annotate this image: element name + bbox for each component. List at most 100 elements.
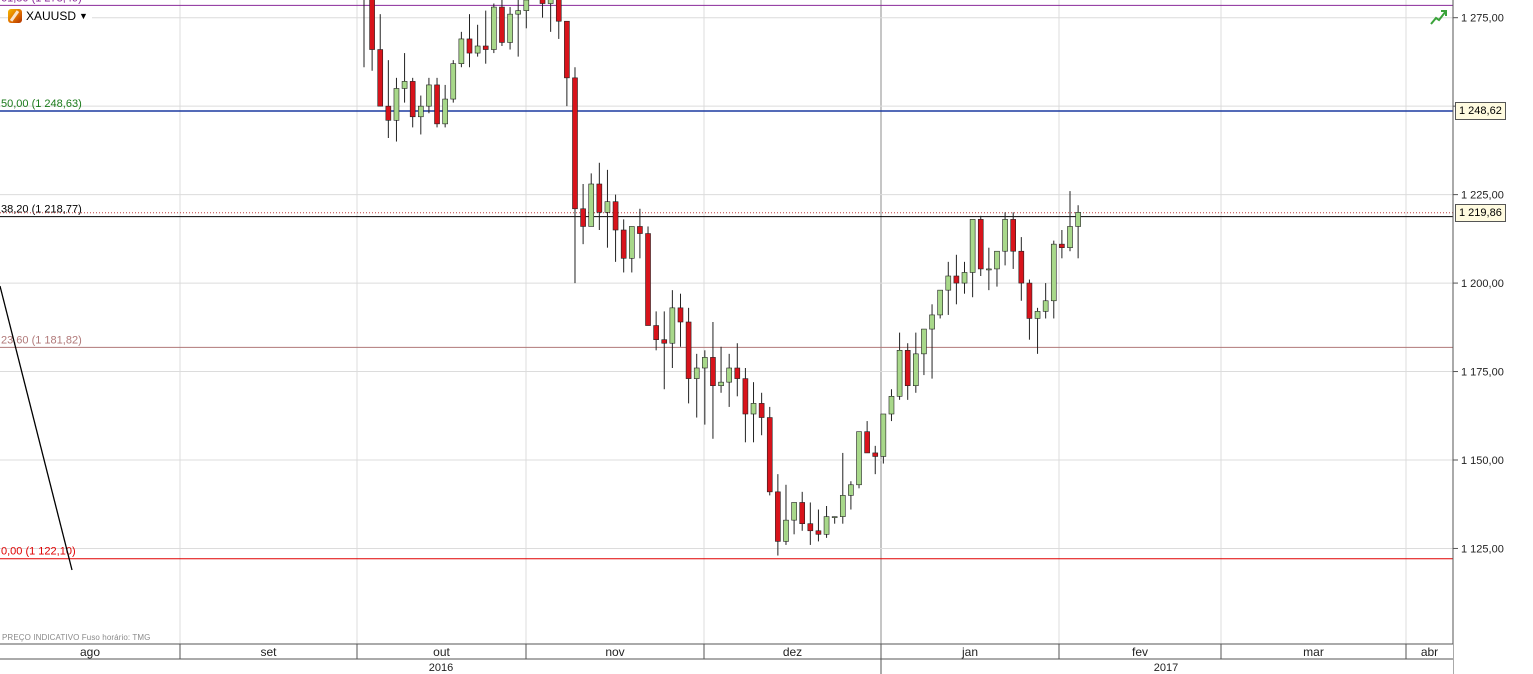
- trend-up-icon[interactable]: [1430, 8, 1448, 26]
- candle-66: [896, 332, 903, 400]
- candle-12: [458, 31, 465, 68]
- candle-body: [807, 523, 814, 532]
- candle-body: [555, 0, 562, 22]
- month-label-set: set: [260, 645, 277, 659]
- candle-body: [637, 226, 643, 234]
- candle-64: [880, 413, 887, 464]
- candle-body: [458, 38, 465, 64]
- candle-body: [669, 307, 676, 344]
- candle-59: [839, 452, 846, 524]
- candle-71: [937, 289, 943, 319]
- candle-11: [450, 60, 457, 103]
- candle-55: [807, 502, 814, 545]
- candle-33: [628, 226, 635, 273]
- candle-72: [945, 261, 952, 315]
- candle-body: [839, 495, 846, 517]
- candle-body: [612, 201, 619, 231]
- candle-body: [507, 13, 513, 43]
- symbol-selector[interactable]: XAUUSD ▼: [8, 8, 92, 24]
- candle-41: [693, 353, 700, 418]
- candle-74: [961, 261, 968, 294]
- month-label-nov: nov: [605, 645, 624, 659]
- candle-82: [1026, 279, 1033, 340]
- candle-body: [661, 339, 668, 344]
- candle-body: [572, 77, 578, 210]
- candle-38: [669, 290, 676, 368]
- time-axis[interactable]: ago set out nov dez jan fev mar abr 2016 2017: [0, 643, 1453, 674]
- candle-17: [499, 0, 505, 46]
- candle-60: [848, 481, 854, 510]
- candle-57: [823, 506, 830, 538]
- candle-body: [921, 328, 927, 355]
- candle-36: [653, 311, 659, 351]
- candle-76: [977, 215, 984, 276]
- candle-body: [418, 105, 424, 118]
- candle-69: [921, 328, 927, 376]
- candle-body: [409, 81, 416, 118]
- price-label-3: 1 200,00: [1461, 278, 1504, 290]
- footer-note: PREÇO INDICATIVO Fuso horário: TMG: [2, 633, 151, 642]
- candle-88: [1075, 205, 1081, 259]
- candle-51: [775, 474, 781, 556]
- candle-body: [742, 378, 749, 415]
- candle-body: [977, 219, 984, 270]
- price-label-0: 1 125,00: [1461, 543, 1504, 555]
- candle-body: [547, 0, 554, 4]
- candle-9: [434, 77, 440, 128]
- month-label-fev: fev: [1132, 645, 1148, 659]
- candle-56: [815, 509, 822, 542]
- candle-70: [929, 304, 935, 379]
- candle-14: [474, 24, 481, 57]
- candle-67: [904, 343, 911, 400]
- candle-23: [547, 0, 554, 32]
- candle-body: [499, 6, 505, 43]
- candle-body: [969, 219, 976, 273]
- candle-1: [369, 0, 375, 71]
- candle-body: [831, 516, 838, 518]
- candle-body: [718, 381, 724, 386]
- candle-body: [896, 350, 903, 397]
- candle-body: [904, 350, 911, 386]
- candle-body: [766, 417, 773, 493]
- candle-body: [1026, 282, 1033, 319]
- candle-19: [515, 0, 521, 57]
- candle-body: [1002, 219, 1008, 252]
- candle-body: [791, 502, 797, 521]
- candle-body: [856, 431, 862, 486]
- candle-body: [1010, 219, 1017, 252]
- candle-body: [872, 452, 879, 457]
- candle-87: [1067, 191, 1073, 252]
- candle-body: [620, 229, 627, 259]
- candle-75: [969, 219, 976, 298]
- candle-body: [377, 49, 384, 107]
- candle-body: [369, 0, 375, 50]
- candle-body: [880, 413, 887, 457]
- gold-logo-icon: [8, 9, 22, 23]
- month-label-ago: ago: [80, 645, 100, 659]
- candle-48: [750, 382, 757, 443]
- candle-body: [450, 63, 457, 100]
- candle-46: [734, 343, 741, 397]
- candle-80: [1010, 212, 1017, 269]
- candle-body: [710, 357, 716, 386]
- candle-body: [929, 314, 935, 330]
- candle-body: [945, 275, 952, 291]
- candle-2: [377, 14, 384, 107]
- candle-16: [491, 3, 497, 54]
- candle-body: [1042, 300, 1049, 312]
- candle-body: [986, 268, 992, 271]
- candle-32: [620, 219, 627, 273]
- candle-body: [426, 84, 432, 107]
- candle-body: [564, 20, 570, 79]
- candle-40: [685, 307, 692, 404]
- candle-body: [677, 307, 684, 323]
- candle-62: [864, 421, 870, 454]
- candle-body: [442, 98, 448, 125]
- price-label-2: 1 175,00: [1461, 367, 1504, 379]
- candle-65: [888, 389, 895, 422]
- trend-line[interactable]: [0, 285, 73, 571]
- candle-68: [913, 332, 919, 393]
- current-price-tag-last: 1 219,86: [1455, 203, 1506, 222]
- candle-body: [823, 516, 830, 535]
- candle-body: [783, 519, 789, 542]
